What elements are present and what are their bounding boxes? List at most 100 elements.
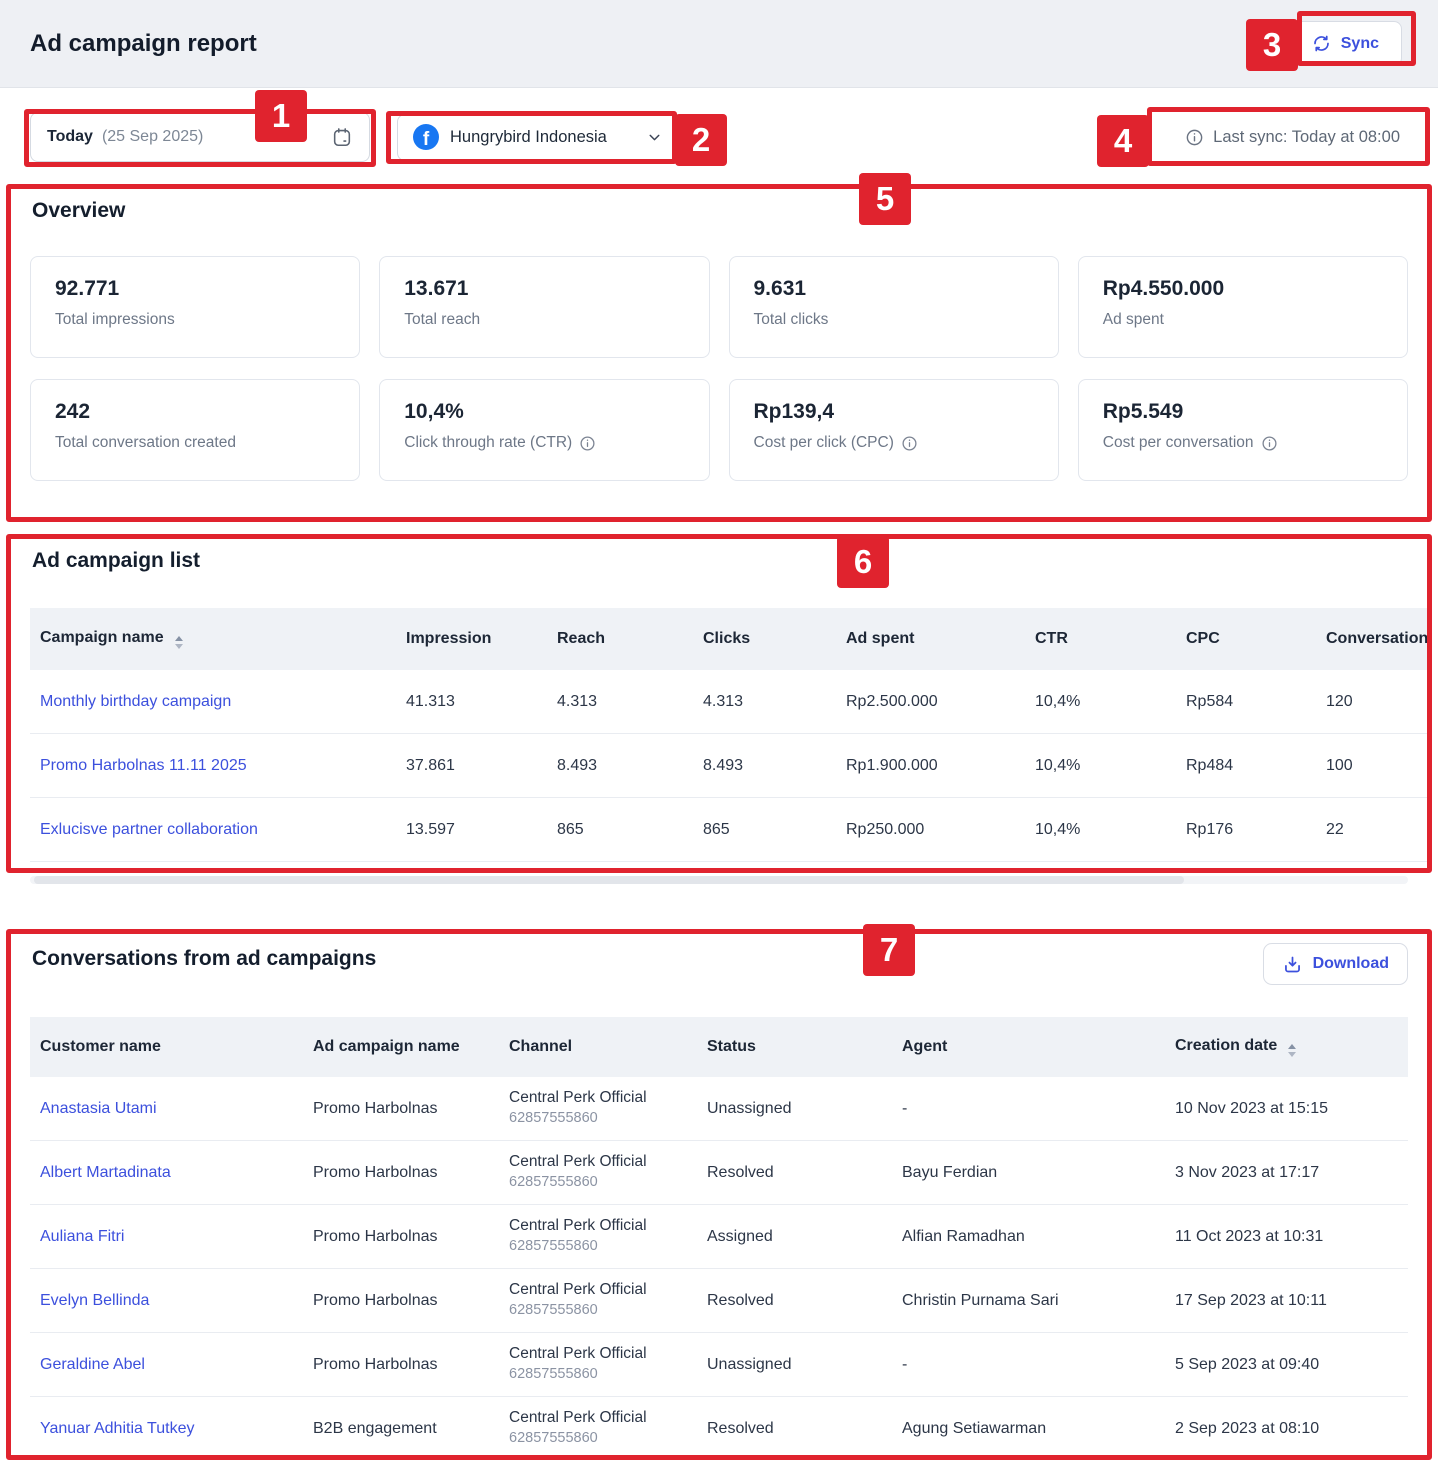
column-header-label: CTR — [1035, 630, 1068, 647]
customer-link[interactable]: Auliana Fitri — [40, 1228, 124, 1245]
horizontal-scrollbar-thumb[interactable] — [34, 876, 1184, 884]
column-header-label: Ad campaign name — [313, 1038, 460, 1055]
stat-card: Rp5.549Cost per conversation — [1078, 379, 1408, 481]
cell-channel: Central Perk Official62857555860 — [509, 1408, 707, 1448]
stat-value: 13.671 — [404, 277, 684, 301]
column-header-label: Conversations — [1326, 630, 1428, 647]
horizontal-scrollbar — [30, 876, 1408, 884]
info-icon[interactable] — [1261, 435, 1278, 452]
cell-channel: Central Perk Official62857555860 — [509, 1344, 707, 1384]
stat-card: 9.631Total clicks — [729, 256, 1059, 358]
channel-name: Central Perk Official — [509, 1088, 707, 1109]
customer-name-cell: Evelyn Bellinda — [40, 1292, 313, 1310]
column-header-ad-campaign-name: Ad campaign name — [313, 1038, 509, 1056]
campaign-link[interactable]: Monthly birthday campaign — [40, 693, 231, 710]
download-icon — [1282, 954, 1303, 975]
column-header-channel: Channel — [509, 1038, 707, 1056]
filter-row: Today (25 Sep 2025) f Hungrybird Indones… — [30, 112, 1408, 162]
stat-label: Total conversation created — [55, 434, 236, 452]
date-range-picker[interactable]: Today (25 Sep 2025) — [30, 112, 370, 162]
facebook-icon: f — [413, 124, 439, 150]
cell-ctr: 10,4% — [1035, 821, 1186, 839]
sync-button-label: Sync — [1341, 35, 1379, 53]
table-row: Yanuar Adhitia Tutkey B2B engagementCentr… — [30, 1397, 1408, 1460]
customer-name-cell: Anastasia Utami — [40, 1100, 313, 1118]
stat-value: 92.771 — [55, 277, 335, 301]
cell-channel: Central Perk Official62857555860 — [509, 1216, 707, 1256]
sort-icon[interactable] — [164, 629, 183, 646]
customer-link[interactable]: Geraldine Abel — [40, 1356, 145, 1373]
column-header-cpc: CPC — [1186, 630, 1326, 648]
date-range-value: (25 Sep 2025) — [102, 128, 203, 146]
cell-ctr: 10,4% — [1035, 757, 1186, 775]
column-header-label: Reach — [557, 630, 605, 647]
table-row: Auliana FitriPromo HarbolnasCentral Perk… — [30, 1205, 1408, 1269]
cell-clicks: 4.313 — [703, 693, 846, 711]
stat-value: Rp4.550.000 — [1103, 277, 1383, 301]
table-row: Evelyn BellindaPromo HarbolnasCentral Pe… — [30, 1269, 1408, 1333]
stat-card: 92.771 Total impressions — [30, 256, 360, 358]
info-icon[interactable] — [901, 435, 918, 452]
cell-impression: 37.861 — [406, 757, 557, 775]
cell-impression: 41.313 — [406, 693, 557, 711]
conversations-section: Conversations from ad campaigns Download… — [0, 930, 1438, 1460]
cell-cpc: Rp176 — [1186, 821, 1326, 839]
cell-agent: Agung Setiawarman — [902, 1420, 1175, 1438]
date-label: Today — [47, 128, 93, 146]
column-header-reach: Reach — [557, 630, 703, 648]
conversations-table-body: Anastasia UtamiPromo HarbolnasCentral Pe… — [30, 1077, 1408, 1460]
channel-name: Central Perk Official — [509, 1408, 707, 1429]
channel-select-value: Hungrybird Indonesia — [450, 128, 607, 147]
campaign-link[interactable]: Exlucisve partner collaboration — [40, 821, 258, 838]
stat-label-row: Click through rate (CTR) — [404, 434, 684, 452]
customer-link[interactable]: Albert Martadinata — [40, 1164, 171, 1181]
cell-cpc: Rp484 — [1186, 757, 1326, 775]
channel-number: 62857555860 — [509, 1365, 707, 1385]
channel-name: Central Perk Official — [509, 1152, 707, 1173]
info-icon[interactable] — [579, 435, 596, 452]
column-header-label: Impression — [406, 630, 491, 647]
cell-creation-date: 11 Oct 2023 at 10:31 — [1175, 1228, 1408, 1246]
cell-agent: Bayu Ferdian — [902, 1164, 1175, 1182]
cell-status: Unassigned — [707, 1100, 902, 1118]
cell-creation-date: 17 Sep 2023 at 10:11 — [1175, 1292, 1408, 1310]
column-header-label: CPC — [1186, 630, 1220, 647]
table-row: Promo Harbolnas 11.11 202537.8618.4938.4… — [30, 734, 1428, 798]
download-button[interactable]: Download — [1263, 943, 1408, 985]
sync-icon — [1312, 34, 1331, 53]
stat-value: 9.631 — [754, 277, 1034, 301]
cell-status: Resolved — [707, 1164, 902, 1182]
conversations-title: Conversations from ad campaigns — [0, 930, 1438, 971]
cell-creation-date: 5 Sep 2023 at 09:40 — [1175, 1356, 1408, 1374]
table-row: Geraldine Abel Promo HarbolnasCentral Per… — [30, 1333, 1408, 1397]
column-header-label: Creation date — [1175, 1037, 1277, 1054]
stat-label-row: Total reach — [404, 311, 684, 329]
column-header-campaign-name[interactable]: Campaign name — [40, 629, 406, 649]
customer-link[interactable]: Anastasia Utami — [40, 1100, 157, 1117]
stat-card: 13.671 Total reach — [379, 256, 709, 358]
column-header-conversations: Conversations — [1326, 630, 1428, 648]
cell-conversations: 22 — [1326, 821, 1428, 839]
info-icon[interactable] — [1185, 128, 1204, 147]
last-sync-status: Last sync: Today at 08:00 — [1185, 128, 1408, 147]
cell-creation-date: 3 Nov 2023 at 17:17 — [1175, 1164, 1408, 1182]
table-row: Albert MartadinataPromo HarbolnasCentral… — [30, 1141, 1408, 1205]
column-header-label: Campaign name — [40, 629, 164, 646]
sync-button[interactable]: Sync — [1289, 21, 1402, 66]
campaign-list-title: Ad campaign list — [0, 535, 1438, 573]
stat-label-row: Total impressions — [55, 311, 335, 329]
customer-link[interactable]: Evelyn Bellinda — [40, 1292, 149, 1309]
stat-label-row: Ad spent — [1103, 311, 1383, 329]
overview-section: Overview 92.771Total impressions13.671To… — [0, 185, 1438, 522]
column-header-customer-name: Customer name — [40, 1038, 313, 1056]
column-header-creation-date[interactable]: Creation date — [1175, 1037, 1408, 1057]
campaign-link[interactable]: Promo Harbolnas 11.11 2025 — [40, 757, 247, 774]
cell-cpc: Rp584 — [1186, 693, 1326, 711]
stat-value: Rp5.549 — [1103, 400, 1383, 424]
sort-icon[interactable] — [1277, 1037, 1296, 1054]
column-header-label: Clicks — [703, 630, 750, 647]
cell-campaign: Promo Harbolnas — [313, 1356, 509, 1374]
customer-link[interactable]: Yanuar Adhitia Tutkey — [40, 1420, 194, 1437]
cell-campaign: B2B engagement — [313, 1420, 509, 1438]
channel-select[interactable]: f Hungrybird Indonesia — [397, 114, 679, 161]
